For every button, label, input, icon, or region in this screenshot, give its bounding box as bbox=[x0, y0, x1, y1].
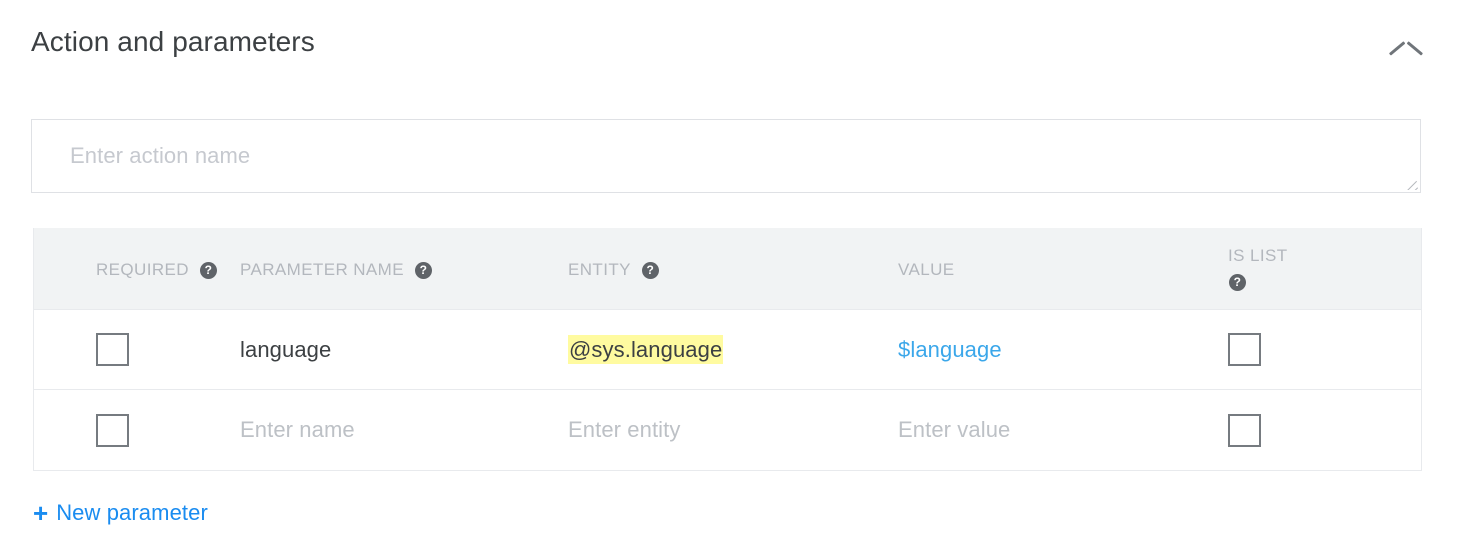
cell-value[interactable]: $language bbox=[868, 337, 1198, 363]
column-header-value-label: VALUE bbox=[898, 260, 955, 280]
help-icon-parameter-name[interactable]: ? bbox=[415, 262, 432, 279]
collapse-section-button[interactable] bbox=[1380, 38, 1432, 72]
is-list-checkbox[interactable] bbox=[1228, 333, 1261, 366]
column-header-required-label: REQUIRED bbox=[96, 260, 189, 280]
cell-entity[interactable]: @sys.language bbox=[537, 337, 868, 363]
plus-icon: + bbox=[33, 500, 48, 526]
parameters-table: REQUIRED ? PARAMETER NAME ? ENTITY ? VAL… bbox=[33, 228, 1422, 471]
is-list-checkbox[interactable] bbox=[1228, 414, 1261, 447]
column-header-value: VALUE bbox=[868, 228, 1198, 280]
action-name-placeholder: Enter action name bbox=[70, 143, 250, 169]
table-row: language @sys.language $language bbox=[34, 310, 1421, 390]
cell-required bbox=[34, 414, 206, 447]
column-header-entity: ENTITY ? bbox=[537, 228, 868, 280]
column-header-required: REQUIRED ? bbox=[34, 228, 206, 280]
value-value: $language bbox=[898, 337, 1002, 362]
column-header-parameter-name: PARAMETER NAME ? bbox=[206, 228, 537, 280]
value-placeholder: Enter value bbox=[898, 417, 1010, 442]
parameter-name-placeholder: Enter name bbox=[240, 417, 355, 442]
section-header: Action and parameters bbox=[0, 0, 1472, 95]
required-checkbox[interactable] bbox=[96, 414, 129, 447]
new-parameter-button[interactable]: + New parameter bbox=[33, 500, 208, 526]
cell-required bbox=[34, 333, 206, 366]
column-header-is-list: IS LIST ? bbox=[1198, 228, 1421, 292]
cell-parameter-name[interactable]: language bbox=[206, 337, 537, 363]
cell-parameter-name[interactable]: Enter name bbox=[206, 417, 537, 443]
cell-value[interactable]: Enter value bbox=[868, 417, 1198, 443]
entity-value: @sys.language bbox=[568, 335, 723, 364]
cell-is-list bbox=[1198, 414, 1421, 447]
entity-placeholder: Enter entity bbox=[568, 417, 680, 442]
parameter-name-value: language bbox=[240, 337, 331, 362]
table-header-row: REQUIRED ? PARAMETER NAME ? ENTITY ? VAL… bbox=[34, 228, 1421, 310]
textarea-resize-handle[interactable] bbox=[1403, 175, 1418, 190]
cell-entity[interactable]: Enter entity bbox=[537, 417, 868, 443]
column-header-is-list-label: IS LIST bbox=[1228, 246, 1421, 266]
table-row: Enter name Enter entity Enter value bbox=[34, 390, 1421, 470]
action-name-input[interactable]: Enter action name bbox=[31, 119, 1421, 193]
new-parameter-label: New parameter bbox=[56, 500, 208, 526]
column-header-parameter-name-label: PARAMETER NAME bbox=[240, 260, 404, 280]
cell-is-list bbox=[1198, 333, 1421, 366]
chevron-up-icon bbox=[1391, 46, 1421, 64]
help-icon-is-list[interactable]: ? bbox=[1229, 274, 1246, 291]
page-title: Action and parameters bbox=[31, 26, 315, 58]
required-checkbox[interactable] bbox=[96, 333, 129, 366]
column-header-entity-label: ENTITY bbox=[568, 260, 631, 280]
help-icon-entity[interactable]: ? bbox=[642, 262, 659, 279]
